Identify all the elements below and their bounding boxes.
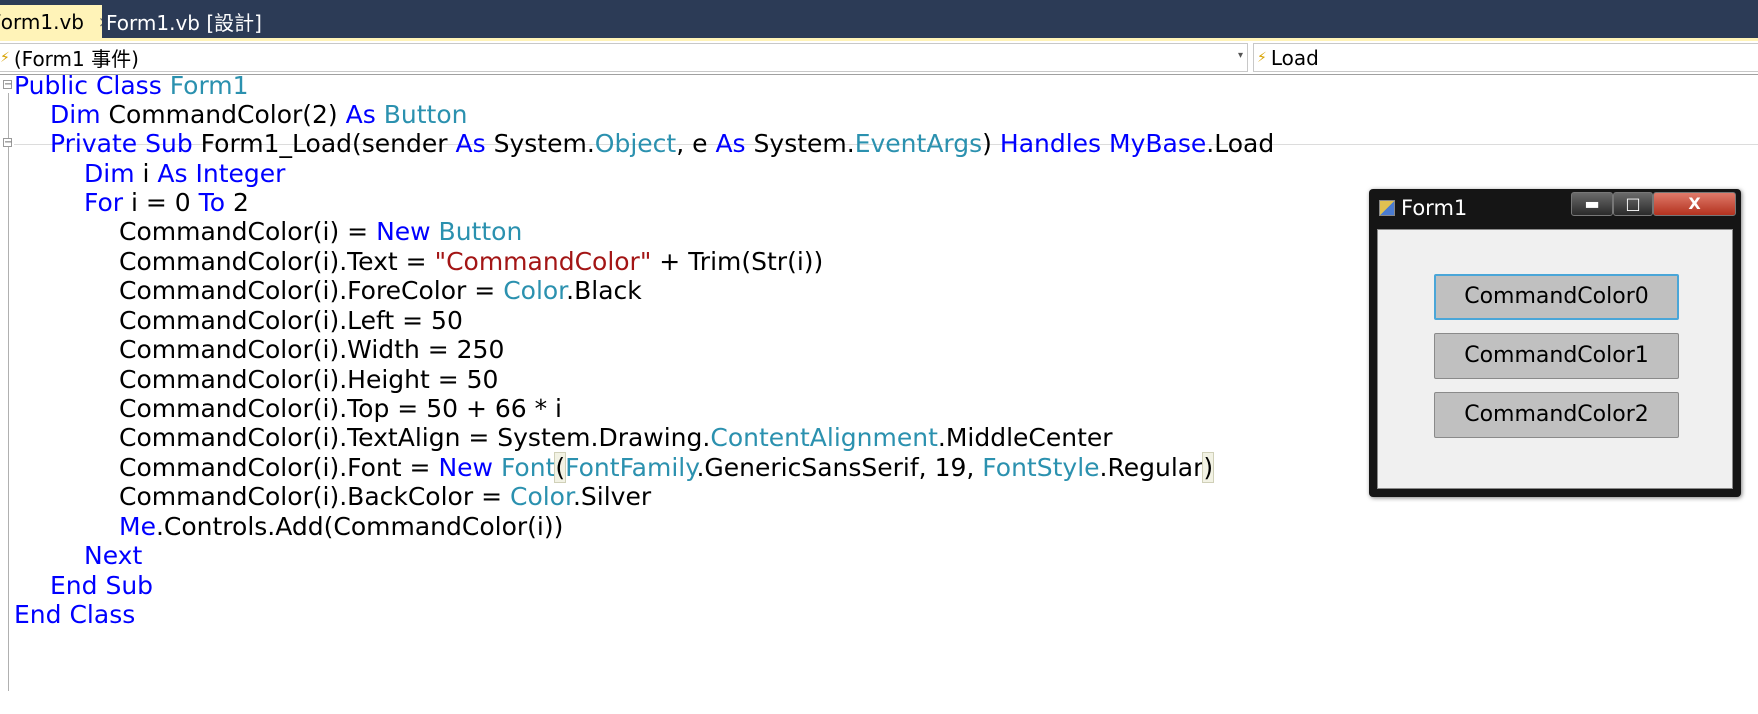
tab-close-icon[interactable]: × <box>98 13 102 31</box>
tab-form1-vb[interactable]: Form1.vb × <box>0 5 102 38</box>
navigation-bar: ⚡ (Form1 事件) ▾ ⚡ Load <box>0 41 1758 75</box>
close-button[interactable]: X <box>1653 192 1736 216</box>
code-line-15: CommandColor(i).BackColor = Color.Silver <box>14 480 651 513</box>
code-line-19: End Class <box>14 598 135 631</box>
code-line-10: CommandColor(i).Width = 250 <box>14 333 504 366</box>
class-dropdown[interactable]: ⚡ (Form1 事件) ▾ <box>0 43 1248 72</box>
form-app-icon <box>1379 200 1395 216</box>
code-line-3: Private Sub Form1_Load(sender As System.… <box>14 127 1274 160</box>
window-title-bar[interactable]: Form1 <box>1379 193 1467 223</box>
collapse-sub-icon[interactable]: − <box>3 138 12 147</box>
tab-form1-design[interactable]: Form1.vb [設計] <box>106 5 262 38</box>
member-dropdown[interactable]: ⚡ Load <box>1253 43 1758 72</box>
form1-window[interactable]: Form1 ▬ □ X CommandColor0 CommandColor1 … <box>1369 189 1741 497</box>
event-lightning-icon: ⚡ <box>0 50 10 66</box>
member-dropdown-value: Load <box>1271 46 1319 70</box>
code-line-13: CommandColor(i).TextAlign = System.Drawi… <box>14 421 1113 454</box>
command-color-button-0[interactable]: CommandColor0 <box>1434 274 1679 320</box>
tab-label: Form1.vb <box>0 10 84 34</box>
code-line-6: CommandColor(i) = New Button <box>14 215 522 248</box>
code-line-17: Next <box>14 539 142 572</box>
event-lightning-icon: ⚡ <box>1257 50 1267 66</box>
window-title: Form1 <box>1401 196 1467 220</box>
collapse-class-icon[interactable]: − <box>3 80 12 89</box>
minimize-button[interactable]: ▬ <box>1571 192 1613 216</box>
document-tab-strip: Form1.vb × Form1.vb [設計] <box>0 0 1758 38</box>
command-color-button-2[interactable]: CommandColor2 <box>1434 392 1679 438</box>
maximize-button[interactable]: □ <box>1613 192 1653 216</box>
class-dropdown-value: (Form1 事件) <box>14 43 139 72</box>
chevron-down-icon[interactable]: ▾ <box>1238 50 1243 61</box>
code-line-8: CommandColor(i).ForeColor = Color.Black <box>14 274 642 307</box>
tab-label: Form1.vb [設計] <box>106 7 262 36</box>
command-color-button-1[interactable]: CommandColor1 <box>1434 333 1679 379</box>
form-client-area: CommandColor0 CommandColor1 CommandColor… <box>1377 229 1733 489</box>
outline-guide <box>8 93 9 691</box>
